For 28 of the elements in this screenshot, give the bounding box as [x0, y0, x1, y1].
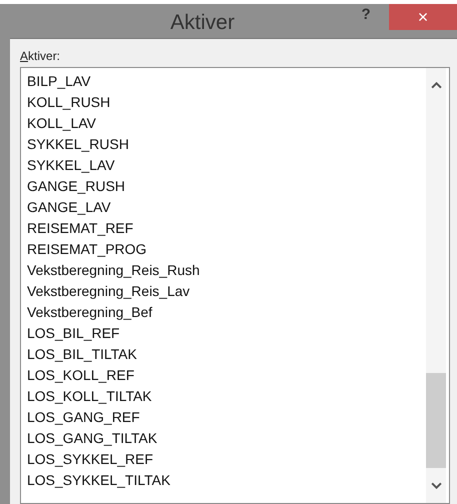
close-button[interactable]: × — [389, 4, 457, 30]
list-item[interactable]: KOLL_LAV — [27, 113, 96, 134]
list-item[interactable]: LOS_BIL_TILTAK — [27, 344, 137, 365]
list-item[interactable]: LOS_KOLL_TILTAK — [27, 386, 152, 407]
scroll-down-icon[interactable] — [430, 482, 442, 489]
list-item[interactable]: LOS_BIL_REF — [27, 323, 120, 344]
list-item[interactable]: SYKKEL_RUSH — [27, 134, 129, 155]
list-item[interactable]: REISEMAT_REF — [27, 218, 134, 239]
list-item[interactable]: Vekstberegning_Bef — [27, 302, 152, 323]
list-label: Aktiver: — [20, 49, 60, 63]
list-item[interactable]: GANGE_RUSH — [27, 176, 126, 197]
list-item[interactable]: GANGE_LAV — [27, 197, 111, 218]
list-item[interactable]: Vekstberegning_Reis_Rush — [27, 260, 200, 281]
scroll-up-icon[interactable] — [430, 82, 442, 89]
list-item[interactable]: BILP_LAV — [27, 71, 91, 92]
help-button[interactable]: ? — [355, 4, 377, 23]
list-item[interactable]: LOS_SYKKEL_TILTAK — [27, 470, 170, 491]
scrollbar[interactable] — [426, 68, 446, 503]
list-item[interactable]: KOLL_RUSH — [27, 92, 110, 113]
window-title: Aktiver — [169, 10, 236, 35]
list-item[interactable]: LOS_KOLL_REF — [27, 365, 134, 386]
list-item[interactable]: REISEMAT_PROG — [27, 239, 147, 260]
list-item[interactable]: LOS_GANG_REF — [27, 407, 140, 428]
list-item[interactable]: SYKKEL_LAV — [27, 155, 115, 176]
scroll-thumb[interactable] — [426, 373, 446, 468]
list-item[interactable]: LOS_GANG_TILTAK — [27, 428, 158, 449]
list-item[interactable]: Vekstberegning_Reis_Lav — [27, 281, 190, 302]
list-item[interactable]: LOS_SYKKEL_REF — [27, 449, 154, 470]
